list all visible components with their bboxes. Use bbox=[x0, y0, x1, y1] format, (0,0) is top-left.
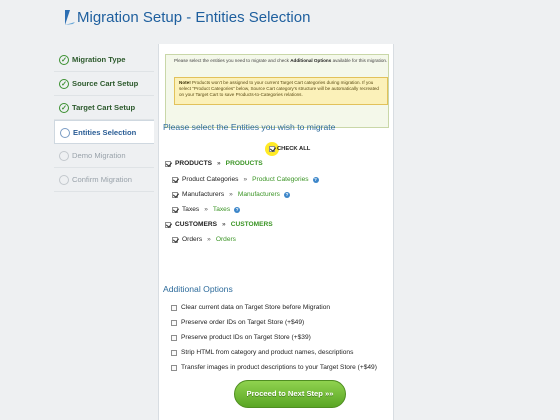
circle-icon bbox=[59, 151, 69, 161]
entity-row-orders[interactable]: Orders » Orders bbox=[172, 236, 236, 243]
help-icon[interactable]: ? bbox=[312, 176, 319, 183]
entity-target: Product Categories bbox=[252, 176, 309, 183]
entity-source: Orders bbox=[182, 236, 203, 243]
check-circle-icon: ✓ bbox=[59, 103, 69, 113]
intro-text-bold: Additional Options bbox=[290, 58, 332, 63]
help-icon[interactable]: ? bbox=[234, 206, 241, 213]
intro-text-pre: Please select the entities you need to m… bbox=[174, 58, 291, 63]
entity-source: PRODUCTS bbox=[175, 160, 212, 167]
entity-row-product-categories[interactable]: Product Categories » Product Categories … bbox=[172, 176, 319, 183]
step-label: Entities Selection bbox=[73, 127, 137, 137]
step-label: Source Cart Setup bbox=[72, 79, 139, 88]
entity-separator: » bbox=[207, 236, 211, 243]
entity-separator: » bbox=[222, 221, 226, 228]
entity-checkbox[interactable] bbox=[172, 236, 178, 243]
step-target-cart-setup[interactable]: ✓ Target Cart Setup bbox=[54, 96, 154, 120]
step-entities-selection[interactable]: Entities Selection bbox=[54, 120, 154, 144]
entity-checkbox[interactable] bbox=[172, 191, 178, 198]
entity-row-products[interactable]: PRODUCTS » PRODUCTS bbox=[165, 160, 263, 167]
main-panel: Please select the entities you need to m… bbox=[158, 44, 394, 420]
note-box: Note! Products won't be assigned to your… bbox=[174, 77, 388, 105]
option-checkbox[interactable] bbox=[171, 319, 177, 326]
entity-target: Manufacturers bbox=[237, 191, 280, 198]
check-all-label: CHECK ALL bbox=[277, 146, 311, 152]
additional-options-heading: Additional Options bbox=[163, 284, 233, 294]
step-label: Migration Type bbox=[72, 55, 126, 64]
entity-target: Taxes bbox=[212, 206, 231, 213]
info-box: Please select the entities you need to m… bbox=[165, 54, 389, 128]
entity-separator: » bbox=[229, 191, 233, 198]
circle-icon bbox=[59, 175, 69, 185]
option-label: Preserve product IDs on Target Store (+$… bbox=[181, 334, 311, 341]
option-clear-data[interactable]: Clear current data on Target Store befor… bbox=[171, 304, 330, 311]
help-icon[interactable]: ? bbox=[283, 191, 290, 198]
entity-checkbox[interactable] bbox=[165, 221, 171, 228]
entities-heading: Please select the Entities you wish to m… bbox=[163, 122, 336, 132]
entity-source: CUSTOMERS bbox=[175, 221, 218, 228]
entity-separator: » bbox=[217, 160, 221, 167]
circle-icon bbox=[60, 128, 70, 138]
option-checkbox[interactable] bbox=[171, 304, 177, 311]
entity-separator: » bbox=[243, 176, 248, 183]
option-label: Clear current data on Target Store befor… bbox=[181, 304, 331, 311]
proceed-next-step-button[interactable]: Proceed to Next Step »» bbox=[234, 380, 346, 408]
steps-sidebar: ✓ Migration Type ✓ Source Cart Setup ✓ T… bbox=[54, 48, 154, 192]
entity-checkbox[interactable] bbox=[172, 206, 178, 213]
intro-text: Please select the entities you need to m… bbox=[174, 58, 390, 63]
page-title: Migration Setup - Entities Selection bbox=[77, 9, 311, 26]
option-label: Preserve order IDs on Target Store (+$49… bbox=[181, 319, 305, 326]
note-label: Note! bbox=[179, 80, 191, 85]
option-preserve-product-ids[interactable]: Preserve product IDs on Target Store (+$… bbox=[171, 334, 311, 341]
header: Migration Setup - Entities Selection bbox=[0, 0, 560, 40]
entity-checkbox[interactable] bbox=[172, 176, 178, 183]
entity-source: Product Categories bbox=[182, 176, 239, 183]
entity-source: Taxes bbox=[182, 206, 200, 213]
entity-separator: » bbox=[204, 206, 208, 213]
check-all-toggle[interactable]: CHECK ALL bbox=[269, 146, 310, 152]
entity-row-taxes[interactable]: Taxes » Taxes ? bbox=[172, 206, 241, 213]
entity-row-manufacturers[interactable]: Manufacturers » Manufacturers ? bbox=[172, 191, 290, 198]
entity-source: Manufacturers bbox=[182, 191, 225, 198]
option-checkbox[interactable] bbox=[171, 364, 177, 371]
option-checkbox[interactable] bbox=[171, 349, 177, 356]
step-label: Demo Migration bbox=[72, 151, 126, 160]
step-confirm-migration: Confirm Migration bbox=[54, 168, 154, 192]
step-migration-type[interactable]: ✓ Migration Type bbox=[54, 48, 154, 72]
step-label: Confirm Migration bbox=[72, 175, 132, 184]
option-label: Transfer images in product descriptions … bbox=[181, 364, 377, 371]
option-transfer-images[interactable]: Transfer images in product descriptions … bbox=[171, 364, 377, 371]
option-strip-html[interactable]: Strip HTML from category and product nam… bbox=[171, 349, 353, 356]
option-preserve-order-ids[interactable]: Preserve order IDs on Target Store (+$49… bbox=[171, 319, 304, 326]
entity-checkbox[interactable] bbox=[165, 160, 171, 167]
note-text: Products won't be assigned to your curre… bbox=[179, 80, 379, 97]
entity-target: Orders bbox=[215, 236, 236, 243]
entity-target: CUSTOMERS bbox=[230, 221, 273, 228]
check-circle-icon: ✓ bbox=[59, 79, 69, 89]
step-source-cart-setup[interactable]: ✓ Source Cart Setup bbox=[54, 72, 154, 96]
option-checkbox[interactable] bbox=[171, 334, 177, 341]
step-demo-migration: Demo Migration bbox=[54, 144, 154, 168]
entity-target: PRODUCTS bbox=[225, 160, 263, 167]
step-label: Target Cart Setup bbox=[72, 103, 136, 112]
check-all-checkbox[interactable] bbox=[269, 146, 275, 152]
check-circle-icon: ✓ bbox=[59, 55, 69, 65]
intro-text-post: available for this migration. bbox=[331, 58, 388, 63]
option-label: Strip HTML from category and product nam… bbox=[181, 349, 354, 356]
logo-icon bbox=[65, 10, 75, 25]
entity-row-customers[interactable]: CUSTOMERS » CUSTOMERS bbox=[165, 221, 273, 228]
